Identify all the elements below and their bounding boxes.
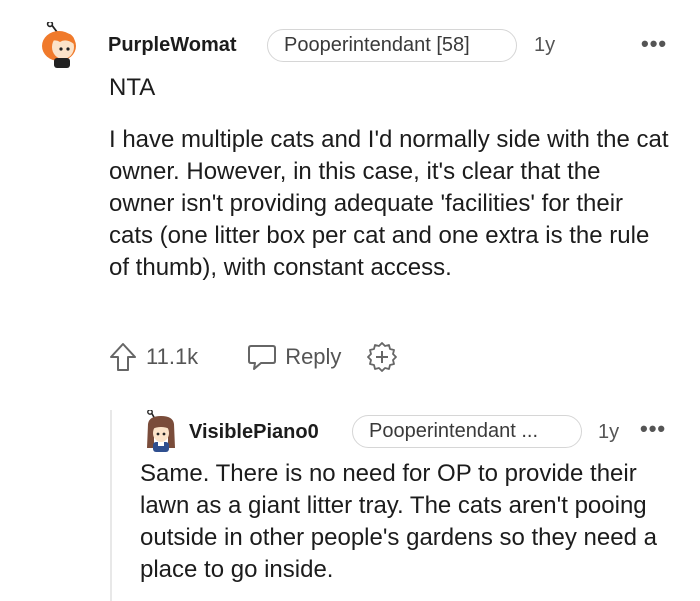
user-flair: Pooperintendant [58]	[267, 29, 517, 62]
avatar[interactable]	[40, 22, 86, 68]
user-flair: Pooperintendant ...	[352, 415, 582, 448]
reply-button[interactable]: Reply	[246, 342, 341, 372]
comment-age: 1y	[534, 34, 556, 56]
more-options-icon[interactable]: •••	[640, 418, 666, 440]
comment-text: I have multiple cats and I'd normally si…	[109, 126, 669, 281]
upvote-icon	[110, 343, 136, 371]
reply-label: Reply	[285, 344, 342, 369]
username[interactable]: VisiblePiano0	[189, 421, 319, 444]
comment-verdict: NTA	[109, 74, 156, 101]
avatar-image	[147, 410, 175, 452]
comment-actions: 11.1k Reply	[108, 340, 399, 374]
award-icon	[367, 342, 398, 372]
thread-line[interactable]	[110, 410, 112, 601]
reply-icon	[248, 345, 277, 370]
more-options-icon[interactable]: •••	[641, 33, 667, 55]
comment-text: Same. There is no need for OP to provide…	[140, 460, 657, 583]
comment-age: 1y	[598, 421, 620, 443]
upvote-button[interactable]: 11.1k	[108, 341, 198, 373]
username[interactable]: PurpleWomat	[108, 34, 237, 57]
avatar-image	[42, 22, 76, 68]
vote-count: 11.1k	[146, 344, 199, 369]
avatar[interactable]	[141, 410, 181, 454]
award-button[interactable]	[365, 340, 399, 374]
